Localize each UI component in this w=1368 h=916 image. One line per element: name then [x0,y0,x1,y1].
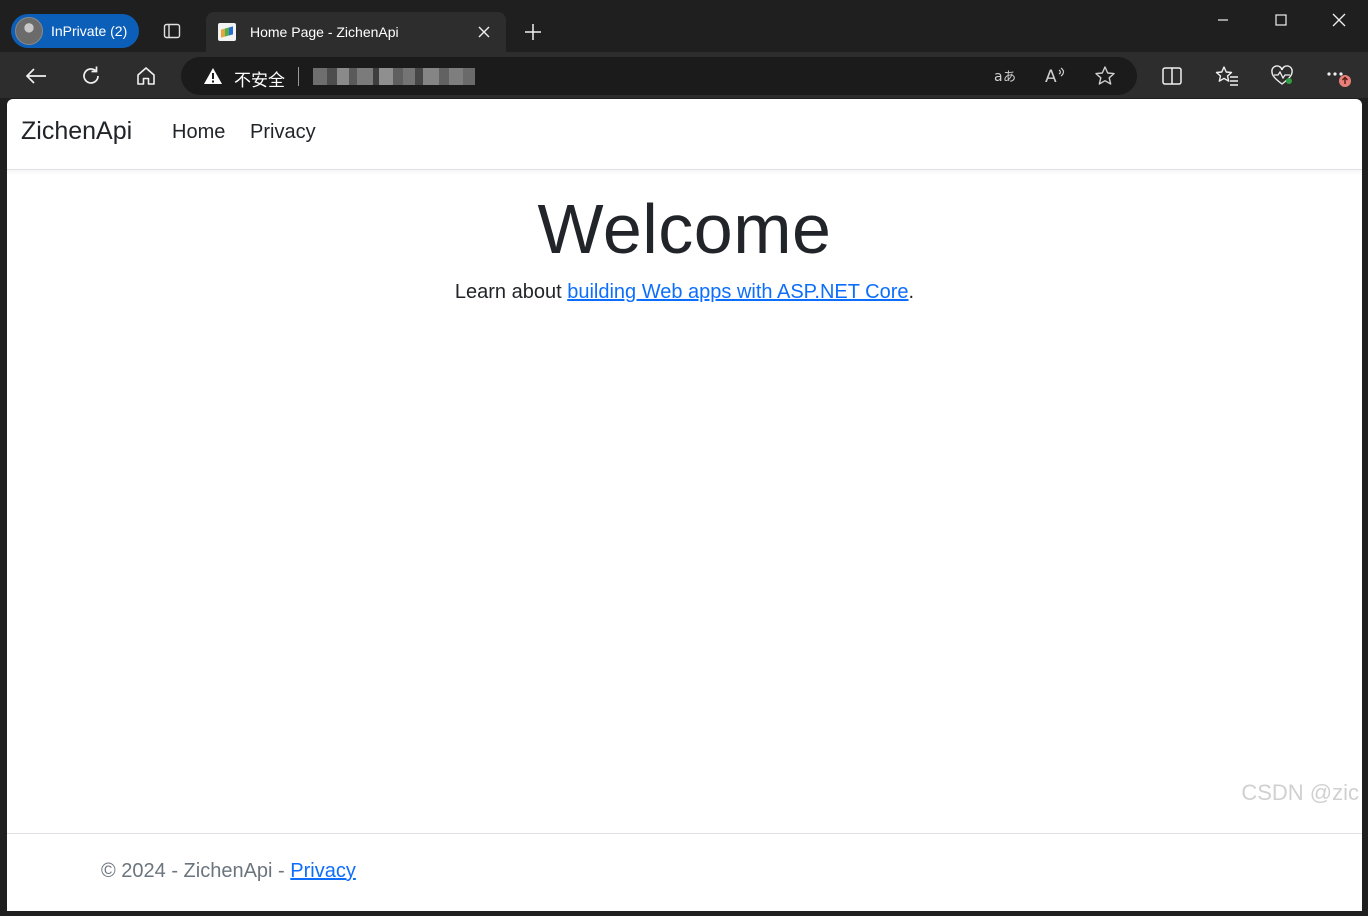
active-tab[interactable]: Home Page - ZichenApi [206,12,506,52]
footer-text: © 2024 - ZichenApi - Privacy [101,860,356,883]
site-brand-link[interactable]: ZichenApi [21,117,132,146]
home-icon[interactable] [129,59,163,93]
favorites-icon[interactable] [1210,59,1244,93]
site-navbar: ZichenApi Home Privacy [7,99,1362,170]
blurred-url[interactable] [313,68,475,85]
browser-essentials-icon[interactable] [1265,59,1299,93]
avatar [15,17,43,45]
address-separator [298,67,299,86]
nav-link-privacy[interactable]: Privacy [250,121,316,144]
browser-toolbar: 不安全 aあ A [0,52,1368,98]
title-bar: InPrivate (2) Home Page - ZichenApi [0,0,1368,52]
more-menu-icon[interactable] [1320,59,1354,93]
warning-icon[interactable] [203,67,223,85]
refresh-icon[interactable] [74,59,108,93]
site-footer: © 2024 - ZichenApi - Privacy [7,833,1362,911]
watermark: CSDN @zic [1241,780,1359,805]
svg-text:a: a [994,69,1003,85]
page-title: Welcome [537,190,832,268]
aspnet-docs-link[interactable]: building Web apps with ASP.NET Core [567,281,908,303]
maximize-icon[interactable] [1252,0,1310,40]
nav-link-home[interactable]: Home [172,121,225,144]
svg-text:A: A [1045,67,1057,86]
svg-text:あ: あ [1003,70,1016,85]
tab-title: Home Page - ZichenApi [250,24,399,40]
lead-paragraph: Learn about building Web apps with ASP.N… [7,281,1362,304]
read-aloud-icon[interactable]: A [1041,61,1071,91]
page-viewport: ZichenApi Home Privacy Welcome Learn abo… [7,99,1362,911]
minimize-icon[interactable] [1194,0,1252,40]
inprivate-profile-button[interactable]: InPrivate (2) [11,14,140,48]
security-label[interactable]: 不安全 [234,66,285,91]
back-icon[interactable] [19,59,53,93]
new-tab-icon[interactable] [519,18,547,46]
favorite-star-icon[interactable] [1090,61,1120,91]
inprivate-label: InPrivate (2) [51,23,128,39]
footer-privacy-link[interactable]: Privacy [290,860,356,882]
footer-copyright: © 2024 - ZichenApi - [101,860,291,882]
split-screen-icon[interactable] [1155,59,1189,93]
lead-suffix: . [908,281,915,303]
tab-actions-icon[interactable] [158,17,186,45]
site-favicon-icon [218,23,236,41]
lead-prefix: Learn about [454,281,568,303]
close-window-icon[interactable] [1310,0,1368,40]
close-tab-icon[interactable] [474,22,494,42]
address-bar[interactable]: 不安全 aあ A [181,57,1137,95]
translate-icon[interactable]: aあ [991,61,1021,91]
